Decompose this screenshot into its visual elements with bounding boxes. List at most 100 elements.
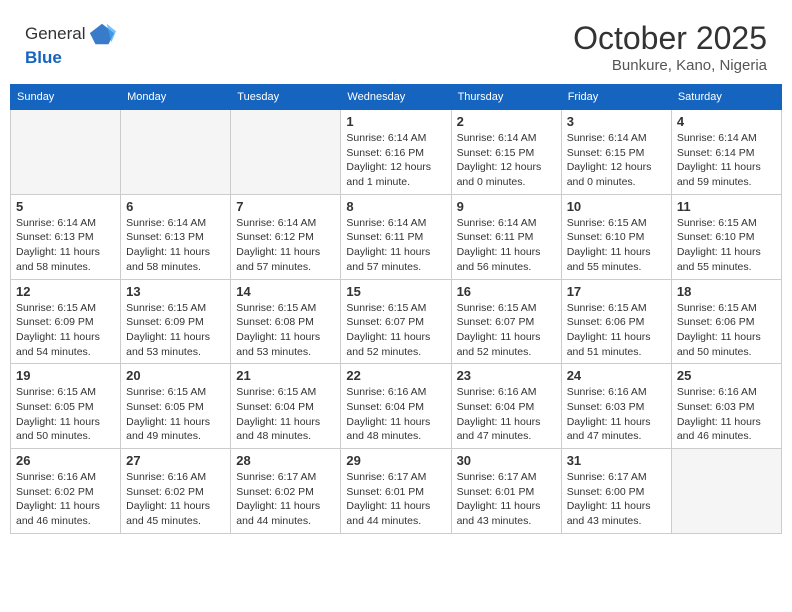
day-info: Sunrise: 6:14 AMSunset: 6:12 PMDaylight:… — [236, 216, 335, 275]
calendar-cell: 29 Sunrise: 6:17 AMSunset: 6:01 PMDayligh… — [341, 449, 451, 534]
day-number: 22 — [346, 368, 445, 383]
day-number: 23 — [457, 368, 556, 383]
calendar-cell: 21 Sunrise: 6:15 AMSunset: 6:04 PMDayligh… — [231, 364, 341, 449]
calendar-cell: 14Sunrise: 6:15 AMSunset: 6:08 PMDayligh… — [231, 279, 341, 364]
day-number: 24 — [567, 368, 666, 383]
day-number: 30 — [457, 453, 556, 468]
day-number: 19 — [16, 368, 115, 383]
calendar-cell: 2 Sunrise: 6:14 AMSunset: 6:15 PMDaylight… — [451, 110, 561, 195]
calendar-cell: 6 Sunrise: 6:14 AMSunset: 6:13 PMDaylight… — [121, 194, 231, 279]
day-number: 31 — [567, 453, 666, 468]
day-number: 15 — [346, 284, 445, 299]
logo-blue-text: Blue — [25, 48, 116, 68]
day-info: Sunrise: 6:16 AMSunset: 6:03 PMDaylight:… — [677, 385, 776, 444]
calendar-cell: 24Sunrise: 6:16 AMSunset: 6:03 PMDayligh… — [561, 364, 671, 449]
weekday-header-friday: Friday — [561, 85, 671, 110]
day-number: 7 — [236, 199, 335, 214]
calendar-cell — [121, 110, 231, 195]
calendar-cell: 27 Sunrise: 6:16 AMSunset: 6:02 PMDayligh… — [121, 449, 231, 534]
day-info: Sunrise: 6:15 AMSunset: 6:10 PMDaylight:… — [677, 216, 776, 275]
day-info: Sunrise: 6:16 AMSunset: 6:02 PMDaylight:… — [16, 470, 115, 529]
day-number: 17 — [567, 284, 666, 299]
weekday-header-sunday: Sunday — [11, 85, 121, 110]
day-info: Sunrise: 6:17 AMSunset: 6:02 PMDaylight:… — [236, 470, 335, 529]
day-number: 25 — [677, 368, 776, 383]
day-info: Sunrise: 6:15 AMSunset: 6:09 PMDaylight:… — [126, 301, 225, 360]
calendar-cell: 11 Sunrise: 6:15 AMSunset: 6:10 PMDayligh… — [671, 194, 781, 279]
logo-icon — [88, 20, 116, 48]
day-info: Sunrise: 6:16 AMSunset: 6:04 PMDaylight:… — [457, 385, 556, 444]
logo-general-text: General — [25, 24, 85, 44]
day-info: Sunrise: 6:15 AMSunset: 6:04 PMDaylight:… — [236, 385, 335, 444]
weekday-header-row: SundayMondayTuesdayWednesdayThursdayFrid… — [11, 85, 782, 110]
calendar-cell: 23 Sunrise: 6:16 AMSunset: 6:04 PMDayligh… — [451, 364, 561, 449]
day-number: 20 — [126, 368, 225, 383]
calendar-cell: 20 Sunrise: 6:15 AMSunset: 6:05 PMDayligh… — [121, 364, 231, 449]
day-info: Sunrise: 6:17 AMSunset: 6:01 PMDaylight:… — [346, 470, 445, 529]
day-info: Sunrise: 6:15 AMSunset: 6:07 PMDaylight:… — [457, 301, 556, 360]
calendar-cell: 4 Sunrise: 6:14 AMSunset: 6:14 PMDaylight… — [671, 110, 781, 195]
day-info: Sunrise: 6:17 AMSunset: 6:01 PMDaylight:… — [457, 470, 556, 529]
day-number: 4 — [677, 114, 776, 129]
calendar-cell: 18 Sunrise: 6:15 AMSunset: 6:06 PMDayligh… — [671, 279, 781, 364]
day-number: 21 — [236, 368, 335, 383]
calendar-cell: 22 Sunrise: 6:16 AMSunset: 6:04 PMDayligh… — [341, 364, 451, 449]
day-info: Sunrise: 6:14 AMSunset: 6:15 PMDaylight:… — [457, 131, 556, 190]
calendar-cell — [671, 449, 781, 534]
calendar-cell: 8Sunrise: 6:14 AMSunset: 6:11 PMDaylight… — [341, 194, 451, 279]
day-number: 8 — [346, 199, 445, 214]
day-info: Sunrise: 6:14 AMSunset: 6:14 PMDaylight:… — [677, 131, 776, 190]
day-number: 3 — [567, 114, 666, 129]
calendar-cell: 17 Sunrise: 6:15 AMSunset: 6:06 PMDayligh… — [561, 279, 671, 364]
day-number: 5 — [16, 199, 115, 214]
calendar-cell: 28 Sunrise: 6:17 AMSunset: 6:02 PMDayligh… — [231, 449, 341, 534]
calendar-cell: 26Sunrise: 6:16 AMSunset: 6:02 PMDayligh… — [11, 449, 121, 534]
day-info: Sunrise: 6:15 AMSunset: 6:08 PMDaylight:… — [236, 301, 335, 360]
calendar-cell: 9Sunrise: 6:14 AMSunset: 6:11 PMDaylight… — [451, 194, 561, 279]
day-info: Sunrise: 6:14 AMSunset: 6:16 PMDaylight:… — [346, 131, 445, 190]
day-info: Sunrise: 6:17 AMSunset: 6:00 PMDaylight:… — [567, 470, 666, 529]
day-info: Sunrise: 6:14 AMSunset: 6:13 PMDaylight:… — [126, 216, 225, 275]
calendar-cell: 30 Sunrise: 6:17 AMSunset: 6:01 PMDayligh… — [451, 449, 561, 534]
day-number: 29 — [346, 453, 445, 468]
week-row-2: 5 Sunrise: 6:14 AMSunset: 6:13 PMDaylight… — [11, 194, 782, 279]
calendar-cell: 10 Sunrise: 6:15 AMSunset: 6:10 PMDayligh… — [561, 194, 671, 279]
day-number: 27 — [126, 453, 225, 468]
day-info: Sunrise: 6:15 AMSunset: 6:06 PMDaylight:… — [677, 301, 776, 360]
day-number: 1 — [346, 114, 445, 129]
day-info: Sunrise: 6:15 AMSunset: 6:05 PMDaylight:… — [126, 385, 225, 444]
calendar-cell — [11, 110, 121, 195]
calendar-cell: 3 Sunrise: 6:14 AMSunset: 6:15 PMDaylight… — [561, 110, 671, 195]
title-block: October 2025 Bunkure, Kano, Nigeria — [573, 20, 767, 74]
weekday-header-tuesday: Tuesday — [231, 85, 341, 110]
week-row-1: 1 Sunrise: 6:14 AMSunset: 6:16 PMDaylight… — [11, 110, 782, 195]
calendar-cell: 5Sunrise: 6:14 AMSunset: 6:13 PMDaylight… — [11, 194, 121, 279]
day-info: Sunrise: 6:15 AMSunset: 6:07 PMDaylight:… — [346, 301, 445, 360]
location: Bunkure, Kano, Nigeria — [573, 57, 767, 74]
calendar-cell: 31 Sunrise: 6:17 AMSunset: 6:00 PMDayligh… — [561, 449, 671, 534]
weekday-header-wednesday: Wednesday — [341, 85, 451, 110]
day-info: Sunrise: 6:14 AMSunset: 6:15 PMDaylight:… — [567, 131, 666, 190]
calendar-cell: 13Sunrise: 6:15 AMSunset: 6:09 PMDayligh… — [121, 279, 231, 364]
day-info: Sunrise: 6:16 AMSunset: 6:04 PMDaylight:… — [346, 385, 445, 444]
day-info: Sunrise: 6:16 AMSunset: 6:02 PMDaylight:… — [126, 470, 225, 529]
day-number: 28 — [236, 453, 335, 468]
day-info: Sunrise: 6:15 AMSunset: 6:06 PMDaylight:… — [567, 301, 666, 360]
month-title: October 2025 — [573, 20, 767, 57]
day-info: Sunrise: 6:14 AMSunset: 6:11 PMDaylight:… — [457, 216, 556, 275]
weekday-header-monday: Monday — [121, 85, 231, 110]
day-number: 10 — [567, 199, 666, 214]
day-info: Sunrise: 6:15 AMSunset: 6:05 PMDaylight:… — [16, 385, 115, 444]
day-number: 18 — [677, 284, 776, 299]
day-info: Sunrise: 6:15 AMSunset: 6:10 PMDaylight:… — [567, 216, 666, 275]
calendar-cell: 25 Sunrise: 6:16 AMSunset: 6:03 PMDayligh… — [671, 364, 781, 449]
calendar-cell: 15 Sunrise: 6:15 AMSunset: 6:07 PMDayligh… — [341, 279, 451, 364]
day-number: 11 — [677, 199, 776, 214]
logo: General Blue — [25, 20, 116, 68]
day-number: 6 — [126, 199, 225, 214]
weekday-header-thursday: Thursday — [451, 85, 561, 110]
calendar-cell: 16Sunrise: 6:15 AMSunset: 6:07 PMDayligh… — [451, 279, 561, 364]
week-row-5: 26Sunrise: 6:16 AMSunset: 6:02 PMDayligh… — [11, 449, 782, 534]
calendar-cell: 7 Sunrise: 6:14 AMSunset: 6:12 PMDaylight… — [231, 194, 341, 279]
day-number: 2 — [457, 114, 556, 129]
